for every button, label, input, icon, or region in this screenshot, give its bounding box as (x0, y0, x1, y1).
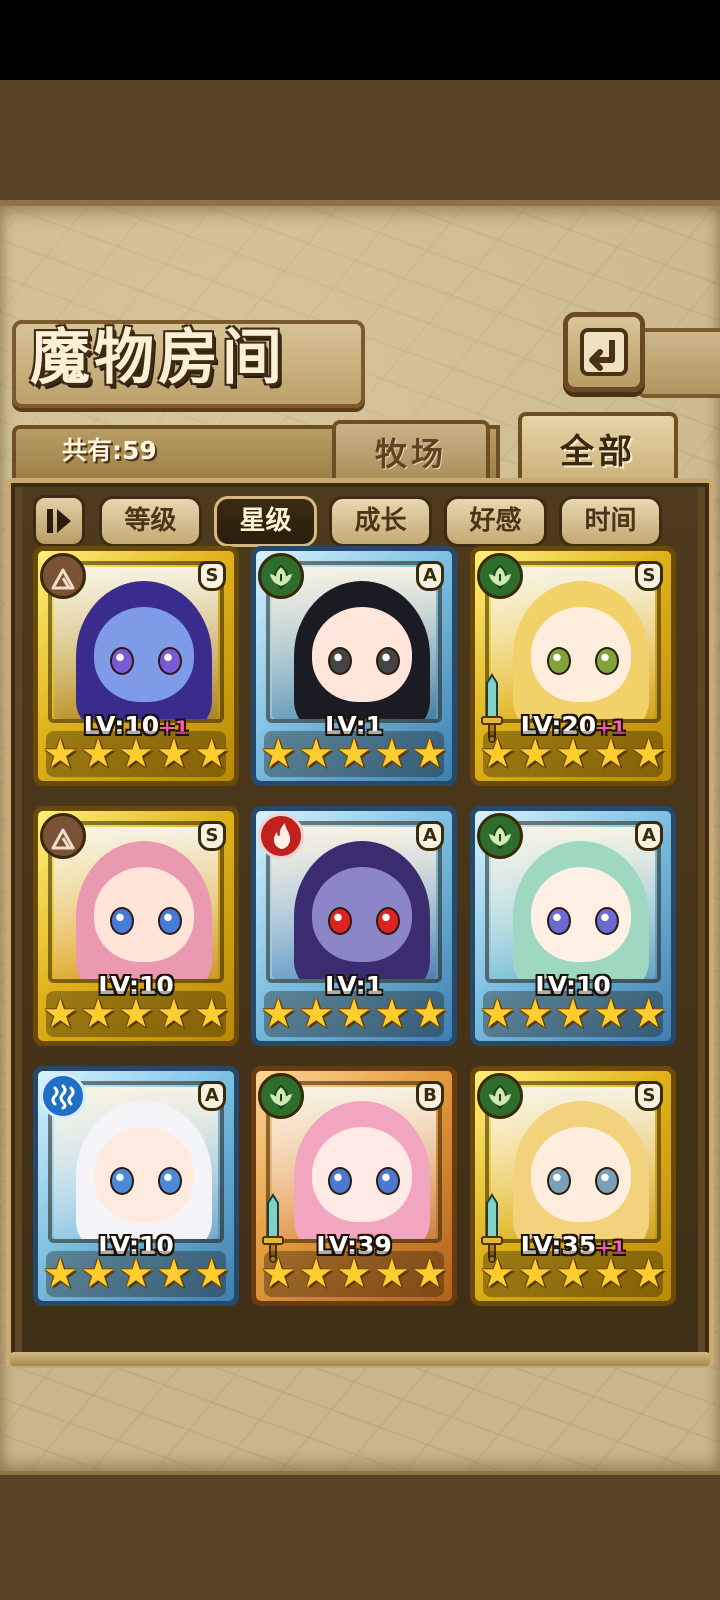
earth-element-icon (40, 553, 86, 599)
star-rating: ★ ★ ★ ★ ★ (260, 731, 448, 777)
star-rating: ★ ★ ★ ★ ★ (479, 1251, 667, 1297)
monster-card[interactable]: B LV:39 ★ ★ ★ ★ ★ (251, 1066, 457, 1306)
wood-element-icon (258, 1073, 304, 1119)
wood-element-icon (258, 553, 304, 599)
star-icon: ★ (193, 731, 230, 777)
star-rating: ★ ★ ★ ★ ★ (42, 991, 230, 1037)
star-icon: ★ (336, 991, 372, 1037)
monster-card[interactable]: A LV:10 ★ ★ ★ ★ ★ (33, 1066, 239, 1306)
rank-badge: A (416, 561, 444, 591)
star-icon: ★ (479, 1251, 516, 1297)
star-icon: ★ (592, 991, 629, 1037)
rank-badge: B (416, 1081, 444, 1111)
star-rating: ★ ★ ★ ★ ★ (260, 991, 448, 1037)
water-element-icon (40, 1073, 86, 1119)
star-icon: ★ (517, 991, 554, 1037)
star-icon: ★ (80, 1251, 117, 1297)
rank-badge: A (635, 821, 663, 851)
star-rating: ★ ★ ★ ★ ★ (479, 991, 667, 1037)
star-icon: ★ (80, 731, 117, 777)
star-icon: ★ (336, 1251, 372, 1297)
sort-level-button[interactable]: 等级 (99, 496, 202, 547)
star-icon: ★ (298, 991, 335, 1037)
monster-card[interactable]: S LV:10+1 ★ ★ ★ ★ ★ (33, 546, 239, 786)
star-icon: ★ (193, 991, 230, 1037)
star-icon: ★ (517, 1251, 554, 1297)
rank-badge: S (635, 561, 663, 591)
star-icon: ★ (373, 731, 410, 777)
monster-card[interactable]: S LV:10 ★ ★ ★ ★ ★ (33, 806, 239, 1046)
star-icon: ★ (298, 1251, 335, 1297)
star-icon: ★ (411, 1251, 448, 1297)
rank-badge: S (198, 821, 226, 851)
star-icon: ★ (592, 731, 629, 777)
star-icon: ★ (298, 731, 335, 777)
star-icon: ★ (118, 991, 154, 1037)
star-icon: ★ (555, 1251, 591, 1297)
rank-badge: S (198, 561, 226, 591)
panel-footer-bar (10, 1352, 710, 1366)
wood-element-icon (477, 1073, 523, 1119)
star-rating: ★ ★ ★ ★ ★ (260, 1251, 448, 1297)
star-icon: ★ (118, 1251, 154, 1297)
rank-badge: S (635, 1081, 663, 1111)
star-icon: ★ (193, 1251, 230, 1297)
star-icon: ★ (118, 731, 154, 777)
star-icon: ★ (155, 731, 192, 777)
monster-card[interactable]: A LV:1 ★ ★ ★ ★ ★ (251, 806, 457, 1046)
star-icon: ★ (260, 1251, 297, 1297)
star-icon: ★ (479, 731, 516, 777)
star-rating: ★ ★ ★ ★ ★ (479, 731, 667, 777)
sort-growth-button[interactable]: 成长 (329, 496, 432, 547)
star-icon: ★ (630, 991, 667, 1037)
sort-stars-button[interactable]: 星级 (214, 496, 317, 547)
rank-badge: A (198, 1081, 226, 1111)
star-icon: ★ (260, 991, 297, 1037)
star-icon: ★ (260, 731, 297, 777)
sort-affection-button[interactable]: 好感 (444, 496, 547, 547)
star-icon: ★ (630, 1251, 667, 1297)
star-icon: ★ (42, 1251, 79, 1297)
page-title: 魔物房间 (30, 323, 286, 393)
star-icon: ★ (42, 991, 79, 1037)
star-rating: ★ ★ ★ ★ ★ (42, 731, 230, 777)
rank-badge: A (416, 821, 444, 851)
monster-card[interactable]: A LV:10 ★ ★ ★ ★ ★ (470, 806, 676, 1046)
wood-element-icon (477, 813, 523, 859)
sort-order-toggle[interactable] (33, 495, 85, 547)
tab-pasture[interactable]: 牧场 (332, 420, 490, 480)
map-background-bottom (0, 1475, 720, 1600)
earth-element-icon (40, 813, 86, 859)
monster-card[interactable]: S LV:20+1 ★ ★ ★ ★ ★ (470, 546, 676, 786)
sort-time-button[interactable]: 时间 (559, 496, 662, 547)
star-icon: ★ (373, 1251, 410, 1297)
monster-card[interactable]: S LV:35+1 ★ ★ ★ ★ ★ (470, 1066, 676, 1306)
star-icon: ★ (411, 731, 448, 777)
star-icon: ★ (411, 991, 448, 1037)
star-icon: ★ (336, 731, 372, 777)
star-icon: ★ (373, 991, 410, 1037)
monster-card[interactable]: A LV:1 ★ ★ ★ ★ ★ (251, 546, 457, 786)
back-plate (637, 328, 720, 398)
monster-count: 共有:59 (62, 436, 157, 465)
back-button[interactable] (563, 312, 645, 392)
return-arrow-icon (580, 328, 628, 376)
star-icon: ★ (80, 991, 117, 1037)
star-icon: ★ (517, 731, 554, 777)
star-icon: ★ (592, 1251, 629, 1297)
star-icon: ★ (155, 991, 192, 1037)
star-rating: ★ ★ ★ ★ ★ (42, 1251, 230, 1297)
wood-element-icon (477, 553, 523, 599)
star-icon: ★ (630, 731, 667, 777)
tab-all[interactable]: 全部 (518, 412, 678, 484)
star-icon: ★ (42, 731, 79, 777)
fire-element-icon (258, 813, 304, 859)
sort-direction-icon (47, 509, 71, 533)
star-icon: ★ (555, 991, 591, 1037)
star-icon: ★ (155, 1251, 192, 1297)
star-icon: ★ (479, 991, 516, 1037)
star-icon: ★ (555, 731, 591, 777)
